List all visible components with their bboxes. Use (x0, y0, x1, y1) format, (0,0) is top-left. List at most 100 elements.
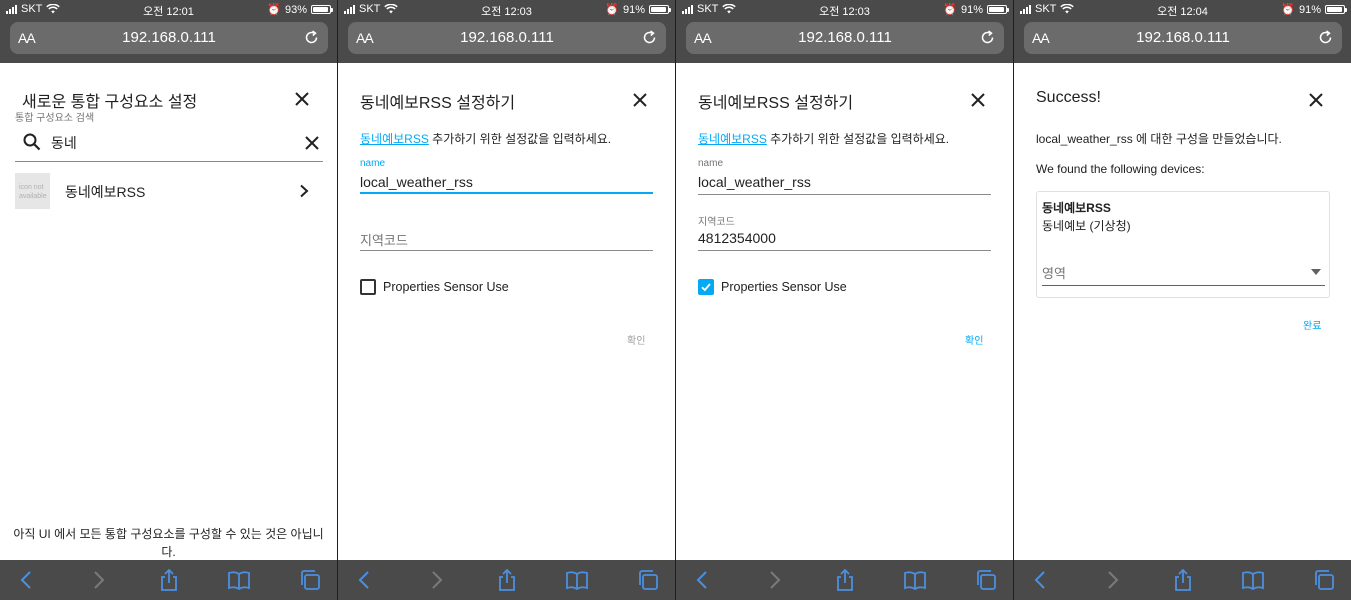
clear-search-icon[interactable] (305, 136, 319, 150)
close-icon[interactable] (295, 92, 309, 106)
area-select-placeholder: 영역 (1042, 266, 1066, 281)
checkmark-icon (701, 283, 711, 292)
area-select-underline (1042, 285, 1325, 286)
status-bar: SKT 오전 12:01 ⏰ 93% (0, 0, 337, 19)
bookmarks-icon[interactable] (566, 569, 588, 591)
region-code-underline (698, 250, 991, 251)
tabs-icon[interactable] (299, 569, 321, 591)
forward-icon[interactable] (425, 569, 447, 591)
dialog-description: 동네예보RSS 추가하기 위한 설정값을 입력하세요. (698, 130, 949, 147)
name-field-underline (698, 194, 991, 195)
browser-chrome: SKT 오전 12:01 ⏰ 93% AA 192.168.0.111 (0, 0, 337, 63)
share-icon[interactable] (1172, 569, 1194, 591)
alarm-icon: ⏰ (943, 4, 957, 16)
battery-percent: 91% (622, 3, 645, 16)
share-icon[interactable] (834, 569, 856, 591)
name-field[interactable]: local_weather_rss (360, 174, 473, 190)
browser-toolbar (676, 560, 1013, 600)
bookmarks-icon[interactable] (1242, 569, 1264, 591)
battery-percent: 93% (284, 3, 307, 16)
browser-toolbar (0, 560, 337, 600)
device-card: 동네예보RSS 동네예보 (기상청) 영역 (1036, 191, 1330, 298)
forward-icon[interactable] (87, 569, 109, 591)
alarm-icon: ⏰ (267, 4, 281, 16)
dialog-description: 동네예보RSS 추가하기 위한 설정값을 입력하세요. (360, 130, 611, 147)
phone-screen-1: SKT 오전 12:01 ⏰ 93% AA 192.168.0.111 새로운 … (0, 0, 337, 600)
tabs-icon[interactable] (1313, 569, 1335, 591)
status-bar: SKT 오전 12:04 ⏰ 91% (1014, 0, 1351, 19)
browser-chrome: SKT 오전 12:04 ⏰ 91% AA 192.168.0.111 (1014, 0, 1351, 63)
phone-screen-2: SKT 오전 12:03 ⏰ 91% AA 192.168.0.111 동네예보… (338, 0, 675, 600)
screenshot-strip: SKT 오전 12:01 ⏰ 93% AA 192.168.0.111 새로운 … (0, 0, 1351, 600)
dialog-title: Success! (1036, 89, 1101, 106)
footer-note: 아직 UI 에서 모든 통합 구성요소를 구성할 수 있는 것은 아닙니다. (13, 527, 324, 559)
confirm-button[interactable]: 확인 (965, 332, 983, 347)
back-icon[interactable] (692, 569, 714, 591)
integration-icon-placeholder: icon not available (15, 173, 50, 209)
forward-icon[interactable] (763, 569, 785, 591)
share-icon[interactable] (496, 569, 518, 591)
address-bar[interactable]: AA 192.168.0.111 (348, 22, 666, 54)
devices-found-message: We found the following devices: (1036, 162, 1205, 176)
integration-doc-link[interactable]: 동네예보RSS (360, 132, 429, 146)
reload-icon[interactable] (979, 29, 996, 46)
browser-chrome: SKT 오전 12:03 ⏰ 91% AA 192.168.0.111 (676, 0, 1013, 63)
name-field[interactable]: local_weather_rss (698, 174, 811, 190)
close-icon[interactable] (1309, 93, 1323, 107)
region-code-label: 지역코드 (698, 217, 735, 228)
chevron-right-icon (300, 184, 309, 198)
close-icon[interactable] (633, 93, 647, 107)
search-icon (23, 133, 41, 151)
address-bar[interactable]: AA 192.168.0.111 (10, 22, 328, 54)
reload-icon[interactable] (641, 29, 658, 46)
address-bar[interactable]: AA 192.168.0.111 (1024, 22, 1342, 54)
region-code-field[interactable]: 지역코드 (360, 230, 408, 249)
browser-toolbar (338, 560, 675, 600)
status-bar: SKT 오전 12:03 ⏰ 91% (338, 0, 675, 19)
close-icon[interactable] (971, 93, 985, 107)
address-bar[interactable]: AA 192.168.0.111 (686, 22, 1004, 54)
region-code-underline (360, 250, 653, 251)
status-bar: SKT 오전 12:03 ⏰ 91% (676, 0, 1013, 19)
url-text[interactable]: 192.168.0.111 (1024, 29, 1342, 46)
back-icon[interactable] (1030, 569, 1052, 591)
properties-sensor-label: Properties Sensor Use (721, 280, 847, 294)
finish-button[interactable]: 완료 (1303, 317, 1321, 332)
phone-screen-4: SKT 오전 12:04 ⏰ 91% AA 192.168.0.111 Succ… (1014, 0, 1351, 600)
url-text[interactable]: 192.168.0.111 (348, 29, 666, 46)
description-text: 추가하기 위한 설정값을 입력하세요. (766, 132, 950, 146)
bookmarks-icon[interactable] (228, 569, 250, 591)
integration-doc-link[interactable]: 동네예보RSS (698, 132, 767, 146)
battery-percent: 91% (960, 3, 983, 16)
tabs-icon[interactable] (975, 569, 997, 591)
url-text[interactable]: 192.168.0.111 (10, 29, 328, 46)
battery-icon (987, 5, 1009, 14)
battery-percent: 91% (1298, 3, 1321, 16)
properties-sensor-label: Properties Sensor Use (383, 280, 509, 294)
forward-icon[interactable] (1101, 569, 1123, 591)
search-label: 통합 구성요소 검색 (15, 113, 95, 124)
integration-label: 동네예보RSS (65, 184, 146, 200)
search-input[interactable]: 동네 (51, 133, 77, 153)
share-icon[interactable] (158, 569, 180, 591)
url-text[interactable]: 192.168.0.111 (686, 29, 1004, 46)
tabs-icon[interactable] (637, 569, 659, 591)
integration-list-item[interactable]: icon not available 동네예보RSS (0, 170, 337, 212)
battery-icon (649, 5, 671, 14)
name-field-label: name (698, 158, 724, 169)
back-icon[interactable] (16, 569, 38, 591)
name-field-label: name (360, 158, 386, 169)
phone-screen-3: SKT 오전 12:03 ⏰ 91% AA 192.168.0.111 동네예보… (676, 0, 1013, 600)
browser-toolbar (1014, 560, 1351, 600)
properties-sensor-checkbox[interactable] (698, 279, 714, 295)
area-select[interactable]: 영역 (1042, 260, 1325, 286)
confirm-button[interactable]: 확인 (627, 332, 645, 347)
properties-sensor-checkbox[interactable] (360, 279, 376, 295)
reload-icon[interactable] (1317, 29, 1334, 46)
reload-icon[interactable] (303, 29, 320, 46)
dialog-title: 동네예보RSS 설정하기 (698, 95, 854, 112)
name-field-underline (360, 192, 653, 194)
region-code-field[interactable]: 4812354000 (698, 230, 776, 246)
back-icon[interactable] (354, 569, 376, 591)
bookmarks-icon[interactable] (904, 569, 926, 591)
